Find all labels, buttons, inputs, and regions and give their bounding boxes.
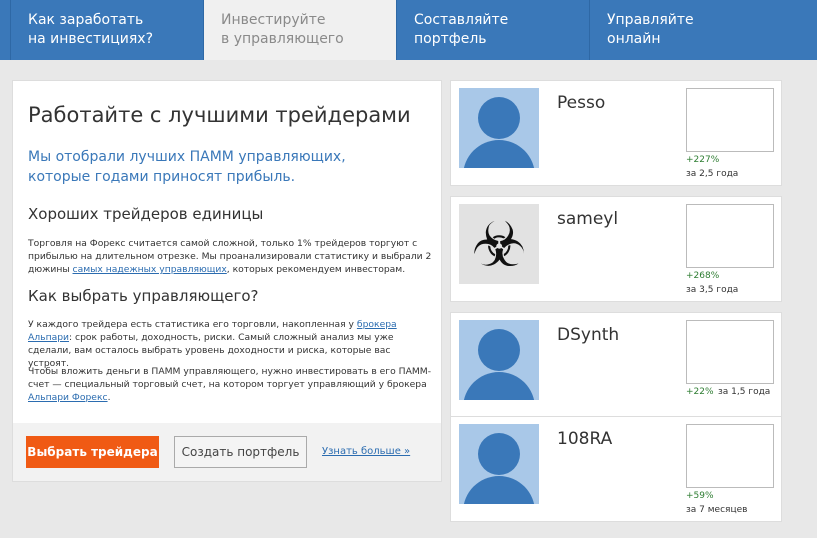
tab-how-to-earn[interactable]: Как заработать на инвестициях? — [10, 0, 203, 60]
lead-text: Мы отобрали лучших ПАММ управляющих, кот… — [28, 149, 346, 185]
trader-card[interactable]: ☣ sameyl +268% за 3,5 года — [450, 196, 782, 302]
trader-period: за 7 месяцев — [686, 505, 748, 515]
biohazard-avatar-icon: ☣ — [459, 204, 539, 284]
trader-card[interactable]: Pesso +227% за 2,5 года — [450, 80, 782, 186]
reliable-managers-link[interactable]: самых надежных управляющих — [73, 264, 227, 275]
avatar — [459, 88, 539, 168]
trader-period: за 1,5 года — [718, 387, 771, 397]
choose-trader-button[interactable]: Выбрать трейдера — [26, 436, 159, 468]
trader-return: +22% — [686, 387, 714, 397]
info-panel: Работайте с лучшими трейдерами Мы отобра… — [12, 80, 442, 482]
create-portfolio-button[interactable]: Создать портфель — [174, 436, 307, 468]
trader-return: +227% — [686, 155, 720, 165]
trader-name[interactable]: Pesso — [557, 93, 605, 113]
trader-chart — [686, 320, 774, 384]
trader-period: за 3,5 года — [686, 285, 739, 295]
trader-name[interactable]: DSynth — [557, 325, 619, 345]
trader-card[interactable]: DSynth +22% за 1,5 года — [450, 312, 782, 418]
paragraph-1: Торговля на Форекс считается самой сложн… — [28, 238, 432, 275]
trader-return: +268% — [686, 271, 720, 281]
avatar — [459, 320, 539, 400]
trader-chart — [686, 204, 774, 268]
nav-tabs: Как заработать на инвестициях? Инвестируй… — [0, 0, 817, 60]
avatar — [459, 424, 539, 504]
subheading-few-traders: Хороших трейдеров единицы — [28, 205, 264, 223]
panel-footer: Выбрать трейдера Создать портфель Узнать… — [13, 423, 441, 481]
page-title: Работайте с лучшими трейдерами — [28, 103, 411, 127]
learn-more-link[interactable]: Узнать больше » — [322, 446, 410, 457]
trader-return: +59% — [686, 491, 714, 501]
paragraph-3: Чтобы вложить деньги в ПАММ управляющего… — [28, 366, 432, 403]
subheading-how-to-choose: Как выбрать управляющего? — [28, 287, 259, 305]
trader-name[interactable]: sameyl — [557, 209, 618, 229]
trader-period: за 2,5 года — [686, 169, 739, 179]
tab-invest-in-manager[interactable]: Инвестируйте в управляющего — [203, 0, 396, 60]
tab-portfolio[interactable]: Составляйте портфель — [396, 0, 589, 60]
trader-chart — [686, 88, 774, 152]
alpari-forex-link[interactable]: Альпари Форекс — [28, 392, 108, 403]
paragraph-2: У каждого трейдера есть статистика его т… — [28, 319, 397, 369]
tab-manage-online[interactable]: Управляйте онлайн — [589, 0, 782, 60]
trader-card[interactable]: 108RA +59% за 7 месяцев — [450, 416, 782, 522]
trader-name[interactable]: 108RA — [557, 429, 612, 449]
trader-chart — [686, 424, 774, 488]
